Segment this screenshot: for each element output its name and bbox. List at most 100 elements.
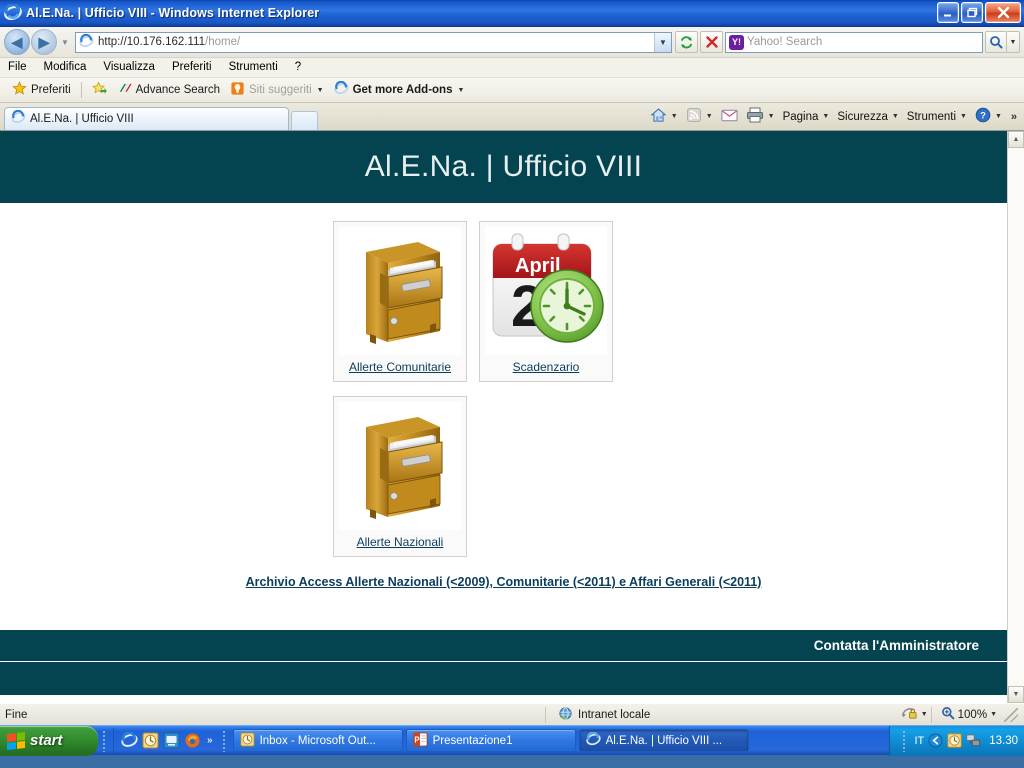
maximize-button[interactable]: [961, 2, 983, 23]
command-bar-overflow-button[interactable]: »: [1006, 111, 1022, 123]
search-box[interactable]: Y! Yahoo! Search: [725, 31, 983, 53]
lock-icon[interactable]: [901, 706, 918, 724]
quick-launch-overflow-button[interactable]: »: [207, 735, 213, 746]
scroll-up-button[interactable]: ▲: [1008, 131, 1024, 148]
fav-item-get-more-addons[interactable]: Get more Add-ons ▼: [329, 80, 470, 100]
vertical-scrollbar[interactable]: ▲ ▼: [1007, 131, 1024, 703]
fav-item-advance-search[interactable]: Advance Search: [112, 80, 225, 100]
feeds-button[interactable]: ▼: [682, 105, 717, 128]
address-input[interactable]: http://10.176.162.111/home/: [98, 36, 654, 48]
chevron-down-icon[interactable]: ▼: [822, 113, 829, 120]
tab-label: Al.E.Na. | Ufficio VIII: [30, 113, 134, 125]
contact-administrator-link[interactable]: Contatta l'Amministratore: [814, 638, 979, 653]
refresh-button[interactable]: [675, 31, 698, 53]
chevron-down-icon[interactable]: ▼: [317, 87, 324, 94]
tile-row: Allerte Nazionali: [333, 396, 1007, 557]
chevron-down-icon[interactable]: ▼: [995, 113, 1002, 120]
chevron-down-icon[interactable]: ▼: [768, 113, 775, 120]
clock-icon[interactable]: [947, 733, 962, 748]
zoom-level-label[interactable]: 100%: [958, 709, 987, 721]
menu-help[interactable]: ?: [295, 60, 309, 75]
taskbar-item-outlook[interactable]: Inbox - Microsoft Out...: [232, 729, 403, 752]
status-bar-right: ▼ 100% ▼: [901, 706, 1024, 724]
tile-scadenzario[interactable]: April 20: [479, 221, 613, 382]
chevron-down-icon[interactable]: ▼: [457, 87, 464, 94]
chevron-down-icon[interactable]: ▼: [671, 113, 678, 120]
home-button[interactable]: ▼: [646, 105, 682, 129]
history-dropdown-button[interactable]: ▼: [58, 38, 72, 47]
menu-pagina[interactable]: Pagina ▼: [779, 109, 834, 125]
scroll-track[interactable]: [1008, 148, 1024, 686]
firefox-icon[interactable]: [184, 732, 201, 749]
chevron-down-icon[interactable]: ▼: [990, 711, 997, 718]
search-go-button[interactable]: [985, 31, 1007, 53]
tile-allerte-comunitarie[interactable]: Allerte Comunitarie: [333, 221, 467, 382]
ie-icon[interactable]: [121, 731, 138, 749]
menu-preferiti[interactable]: Preferiti: [172, 60, 220, 75]
clock-label[interactable]: 13.30: [989, 735, 1018, 747]
scroll-down-button[interactable]: ▼: [1008, 686, 1024, 703]
messenger-icon[interactable]: [928, 733, 943, 748]
filing-cabinet-icon: [339, 227, 461, 355]
resize-grip[interactable]: [1004, 707, 1018, 722]
taskbar-item-label: Al.E.Na. | Ufficio VIII ...: [605, 734, 723, 747]
ie-icon: [585, 730, 601, 750]
tile-grid: Allerte Comunitarie April Scadenzario Al…: [0, 203, 1007, 557]
web-page: Al.E.Na. | Ufficio VIII Allerte Comunita…: [0, 131, 1007, 703]
language-indicator[interactable]: IT: [914, 735, 924, 747]
page-footer-contact-band: Contatta l'Amministratore: [0, 630, 1007, 662]
add-to-favorites-bar-button[interactable]: [87, 80, 112, 100]
star-add-icon: [91, 81, 107, 99]
tile-row: Allerte Comunitarie April Scadenzario: [333, 221, 1007, 382]
taskbar-item-alena[interactable]: Al.E.Na. | Ufficio VIII ...: [578, 729, 749, 752]
security-zone[interactable]: Intranet locale: [546, 706, 901, 724]
menu-visualizza[interactable]: Visualizza: [103, 60, 163, 75]
address-dropdown-button[interactable]: ▼: [654, 32, 671, 52]
fav-item-siti-suggeriti[interactable]: Siti suggeriti ▼: [225, 80, 329, 100]
taskbar-item-label: Presentazione1: [432, 734, 513, 747]
search-input[interactable]: Yahoo! Search: [747, 36, 822, 48]
menu-file[interactable]: File: [8, 60, 35, 75]
tile-allerte-nazionali[interactable]: Allerte Nazionali: [333, 396, 467, 557]
outlook-icon[interactable]: [142, 732, 159, 749]
search-provider-dropdown[interactable]: ▼: [1007, 31, 1020, 53]
tile-label-allerte-comunitarie[interactable]: Allerte Comunitarie: [349, 360, 451, 374]
back-button[interactable]: ◀: [4, 29, 30, 55]
taskbar-item-presentazione1[interactable]: P Presentazione1: [405, 729, 576, 752]
taskbar-item-label: Inbox - Microsoft Out...: [259, 734, 376, 747]
menu-strumenti[interactable]: Strumenti: [229, 60, 286, 75]
menu-modifica[interactable]: Modifica: [44, 60, 95, 75]
new-tab-button[interactable]: [291, 111, 318, 130]
page-header-banner: Al.E.Na. | Ufficio VIII: [0, 131, 1007, 203]
stop-button[interactable]: [700, 31, 723, 53]
chevron-down-icon[interactable]: ▼: [960, 113, 967, 120]
address-bar[interactable]: http://10.176.162.111/home/ ▼: [75, 31, 672, 53]
tab-alena-ufficio-viii[interactable]: Al.E.Na. | Ufficio VIII: [4, 107, 289, 130]
archive-access-link[interactable]: Archivio Access Allerte Nazionali (<2009…: [246, 575, 762, 589]
zoom-icon[interactable]: [941, 706, 955, 723]
forward-button[interactable]: ▶: [31, 29, 57, 55]
minimize-button[interactable]: [937, 2, 959, 23]
print-button[interactable]: ▼: [742, 105, 779, 128]
network-icon[interactable]: [966, 733, 981, 748]
chevron-down-icon[interactable]: ▼: [706, 113, 713, 120]
tile-label-allerte-nazionali[interactable]: Allerte Nazionali: [357, 535, 444, 549]
start-button[interactable]: start: [0, 725, 98, 756]
chevron-down-icon[interactable]: ▼: [921, 711, 928, 718]
fav-label-advance-search: Advance Search: [135, 84, 221, 96]
window-controls: [937, 2, 1021, 23]
fav-label-siti-suggeriti: Siti suggeriti: [249, 84, 312, 96]
filing-cabinet-icon: [339, 402, 461, 530]
show-desktop-icon[interactable]: [163, 732, 180, 749]
windows-logo-icon: [7, 731, 25, 750]
ie-icon: [11, 109, 26, 128]
tile-label-scadenzario[interactable]: Scadenzario: [513, 360, 580, 374]
mail-button[interactable]: [717, 106, 742, 127]
chevron-down-icon[interactable]: ▼: [892, 113, 899, 120]
menu-sicurezza[interactable]: Sicurezza ▼: [833, 109, 902, 125]
favorites-divider: [80, 82, 82, 98]
menu-strumenti[interactable]: Strumenti ▼: [903, 109, 971, 125]
favorites-button[interactable]: Preferiti: [7, 80, 76, 100]
close-button[interactable]: [985, 2, 1021, 23]
help-button[interactable]: ? ▼: [971, 105, 1006, 128]
